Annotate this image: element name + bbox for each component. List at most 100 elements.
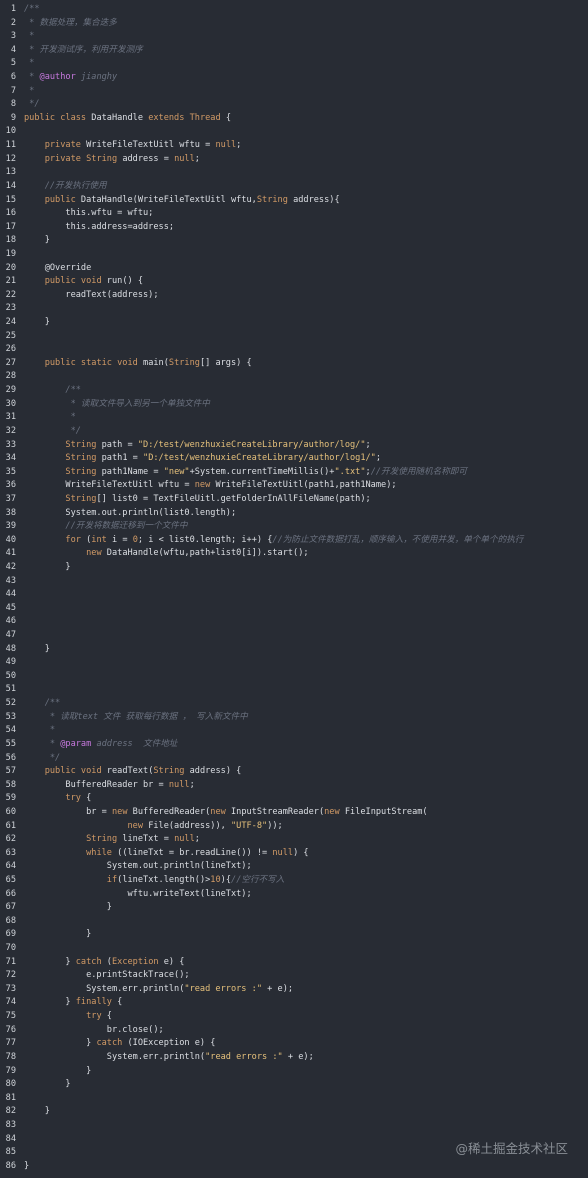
code-token: try: [86, 1011, 107, 1022]
code-token: System.err.println(: [24, 983, 185, 994]
code-token: ; i < list0.length; i++) {: [137, 534, 273, 545]
line-number: 24: [5, 317, 16, 328]
line-number: 41: [5, 548, 16, 559]
code-token: //开发使用随机名称即可: [370, 466, 467, 477]
code-line: 45: [0, 602, 588, 616]
code-token: WriteFileTextUitl wftu =: [24, 480, 195, 491]
code-line: 66 wftu.writeText(lineTxt);: [0, 888, 588, 902]
code-token: "UTF-8": [230, 820, 268, 831]
code-token: }: [24, 317, 50, 328]
code-line: 39 //开发将数据迁移到一个文件中: [0, 520, 588, 534]
code-token: this.address=address;: [24, 221, 175, 232]
code-token: public static void: [44, 357, 144, 368]
code-token: }: [24, 1160, 30, 1171]
line-number: 82: [5, 1106, 16, 1117]
code-line: 26: [0, 343, 588, 357]
code-line: 48 }: [0, 643, 588, 657]
code-text: /**: [24, 384, 588, 398]
code-text: }: [24, 901, 588, 915]
code-token: public class: [24, 112, 92, 123]
code-token: private: [44, 140, 87, 151]
code-text: } catch (IOException e) {: [24, 1037, 588, 1051]
code-token: "read errors :": [184, 983, 262, 994]
line-number: 52: [5, 698, 16, 709]
code-line: 46: [0, 615, 588, 629]
code-token: public: [44, 194, 81, 205]
code-line: 12 private String address = null;: [0, 153, 588, 167]
code-text: System.out.println(list0.length);: [24, 507, 588, 521]
code-text: public DataHandle(WriteFileTextUitl wftu…: [24, 194, 588, 208]
code-line: 37 String[] list0 = TextFileUitl.getFold…: [0, 493, 588, 507]
code-token: for: [65, 534, 87, 545]
line-number: 56: [5, 752, 16, 763]
code-token: */: [24, 99, 40, 110]
code-token: *: [24, 72, 40, 83]
code-token: new: [194, 480, 216, 491]
code-text: }: [24, 928, 588, 942]
line-number: 43: [5, 575, 16, 586]
code-token: private: [44, 153, 87, 164]
code-line: 52 /**: [0, 697, 588, 711]
code-line: 82 }: [0, 1105, 588, 1119]
code-token: new: [324, 806, 345, 817]
line-number: 31: [5, 412, 16, 423]
code-line: 86}: [0, 1160, 588, 1174]
line-number: 86: [5, 1160, 16, 1171]
line-number: 53: [5, 711, 16, 722]
code-token: *: [24, 85, 35, 96]
line-number: 29: [5, 385, 16, 396]
code-token: new: [210, 806, 231, 817]
code-text: }: [24, 1105, 588, 1119]
line-number: 6: [10, 72, 16, 83]
line-number: 4: [10, 44, 16, 55]
code-text: */: [24, 752, 588, 766]
code-token: {: [117, 997, 123, 1008]
line-number: 57: [5, 766, 16, 777]
code-text: while ((lineTxt = br.readLine()) != null…: [24, 847, 588, 861]
code-line: 28: [0, 370, 588, 384]
line-number: 42: [5, 561, 16, 572]
code-token: "D:/test/wenzhuxieCreateLibrary/author/l…: [137, 439, 366, 450]
code-text: * 读取文件导入到另一个单独文件中: [24, 398, 588, 412]
code-token: }: [24, 929, 92, 940]
code-token: {: [220, 112, 231, 123]
code-token: [] list0 = TextFileUitl.getFolderInAllFi…: [96, 493, 371, 504]
code-token: WriteFileTextUitl(path1,path1Name);: [215, 480, 397, 491]
code-text: private WriteFileTextUitl wftu = null;: [24, 139, 588, 153]
code-line: 67 }: [0, 901, 588, 915]
code-text: br.close();: [24, 1024, 588, 1038]
line-number: 23: [5, 303, 16, 314]
code-token: (IOException e) {: [127, 1038, 216, 1049]
line-number: 72: [5, 970, 16, 981]
code-text: }: [24, 561, 588, 575]
code-token: address) {: [184, 766, 242, 777]
line-number: 70: [5, 943, 16, 954]
code-token: null: [272, 847, 294, 858]
code-line: 22 readText(address);: [0, 289, 588, 303]
code-text: }: [24, 1160, 588, 1174]
code-token: System.out.println(list0.length);: [24, 507, 237, 518]
code-token: e) {: [158, 956, 185, 967]
code-line: 77 } catch (IOException e) {: [0, 1037, 588, 1051]
code-token: Exception: [111, 956, 159, 967]
watermark: @稀土掘金技术社区: [455, 1141, 568, 1156]
code-token: String: [86, 834, 118, 845]
code-line: 27 public static void main(String[] args…: [0, 357, 588, 371]
code-line: 65 if(lineTxt.length()>10){//空行不写入: [0, 874, 588, 888]
code-text: new DataHandle(wftu,path+list0[i]).start…: [24, 547, 588, 561]
code-line: 71 } catch (Exception e) {: [0, 956, 588, 970]
code-text: BufferedReader br = null;: [24, 779, 588, 793]
code-token: * 数据处理，集合迭多: [24, 17, 117, 28]
code-text: public void run() {: [24, 275, 588, 289]
code-line: 59 try {: [0, 792, 588, 806]
code-text: for (int i = 0; i < list0.length; i++) {…: [24, 534, 588, 548]
